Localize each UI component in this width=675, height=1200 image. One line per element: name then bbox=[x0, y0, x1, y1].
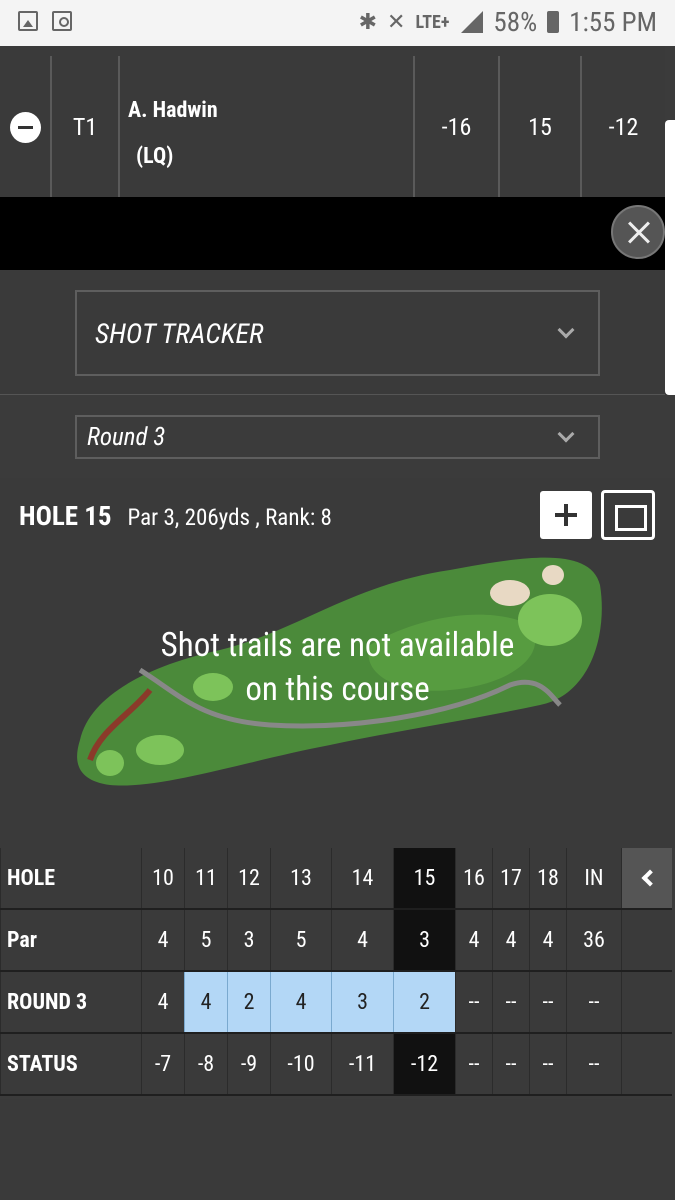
signal-icon bbox=[459, 11, 484, 33]
player-note: (LQ) bbox=[136, 144, 174, 169]
hole-cell[interactable]: 12 bbox=[227, 848, 270, 908]
bunker bbox=[542, 565, 564, 585]
round-score-cell: -- bbox=[566, 972, 621, 1032]
status-cell: -7 bbox=[141, 1034, 184, 1094]
hole-cell[interactable]: 18 bbox=[529, 848, 566, 908]
par-cell: 4 bbox=[492, 910, 529, 970]
round-row: ROUND 3 4 4 2 4 3 2 -- -- -- -- bbox=[0, 972, 672, 1034]
hole-header: HOLE 15 Par 3, 206yds , Rank: 8 bbox=[19, 500, 332, 532]
hole-label: HOLE bbox=[0, 848, 141, 908]
zoom-in-button[interactable] bbox=[540, 491, 592, 539]
close-button[interactable] bbox=[611, 205, 665, 259]
position-cell: T1 bbox=[50, 56, 118, 197]
collapse-icon[interactable] bbox=[10, 112, 41, 143]
scorecard-spacer bbox=[621, 972, 672, 1032]
par-cell: 4 bbox=[141, 910, 184, 970]
par-label: Par bbox=[0, 910, 141, 970]
par-cell: 3 bbox=[227, 910, 270, 970]
hole-cell[interactable]: 16 bbox=[455, 848, 492, 908]
par-cell: 4 bbox=[455, 910, 492, 970]
par-cell: 3 bbox=[393, 910, 455, 970]
shot-trail-message: Shot trails are not available on this co… bbox=[160, 626, 515, 709]
mode-select-value: SHOT TRACKER bbox=[95, 316, 264, 350]
scroll-indicator bbox=[665, 120, 675, 395]
hole-number: HOLE 15 bbox=[19, 500, 112, 532]
status-cell: -- bbox=[455, 1034, 492, 1094]
status-cell: -- bbox=[529, 1034, 566, 1094]
hole-cell[interactable]: 17 bbox=[492, 848, 529, 908]
player-name: A. Hadwin bbox=[128, 98, 218, 123]
clock: 1:55 PM bbox=[569, 6, 657, 38]
scorecard: HOLE 10 11 12 13 14 15 16 17 18 IN Par 4535434443… bbox=[0, 848, 672, 1096]
mute-icon: ✕ bbox=[387, 9, 406, 35]
network-label: LTE+ bbox=[415, 11, 450, 33]
round-score-cell: -- bbox=[529, 972, 566, 1032]
status-cell: -- bbox=[492, 1034, 529, 1094]
status-cell: -- bbox=[566, 1034, 621, 1094]
status-bar: ✱ ✕ LTE+ 58% 1:55 PM bbox=[0, 0, 675, 46]
screenshot-icon bbox=[52, 11, 72, 31]
mode-select[interactable]: SHOT TRACKER bbox=[75, 290, 600, 376]
chevron-left-icon bbox=[641, 869, 659, 887]
par-row: Par 4 5 3 5 4 3 4 4 4 36 bbox=[0, 910, 672, 972]
par-cell: 36 bbox=[566, 910, 621, 970]
par-cell: 5 bbox=[184, 910, 227, 970]
page-background bbox=[0, 1099, 675, 1200]
status-label: STATUS bbox=[0, 1034, 141, 1094]
battery-icon bbox=[547, 11, 560, 33]
scorecard-prev-button[interactable] bbox=[621, 848, 672, 908]
round-score-cell: 2 bbox=[227, 972, 270, 1032]
hole-cell[interactable]: 10 bbox=[141, 848, 184, 908]
status-cell: -9 bbox=[227, 1034, 270, 1094]
chevron-down-icon bbox=[557, 321, 575, 339]
hole-cell[interactable]: 11 bbox=[184, 848, 227, 908]
fullscreen-button[interactable] bbox=[601, 490, 655, 540]
scorecard-spacer bbox=[621, 1034, 672, 1094]
hole-row: HOLE 10 11 12 13 14 15 16 17 18 IN bbox=[0, 848, 672, 910]
hole-info: Par 3, 206yds , Rank: 8 bbox=[127, 504, 332, 531]
player-cell[interactable]: A. Hadwin (LQ) bbox=[118, 56, 413, 197]
header-bar bbox=[0, 197, 665, 270]
round-select-value: Round 3 bbox=[87, 422, 166, 452]
status-row: STATUS -7 -8 -9 -10 -11 -12 -- -- -- -- bbox=[0, 1034, 672, 1096]
round-score-cell: 4 bbox=[270, 972, 331, 1032]
chevron-down-icon bbox=[557, 425, 575, 443]
hole-cell[interactable]: 13 bbox=[270, 848, 331, 908]
battery-percent: 58% bbox=[493, 6, 538, 38]
par-cell: 5 bbox=[270, 910, 331, 970]
scorecard-spacer bbox=[621, 910, 672, 970]
round-score-cell: -- bbox=[455, 972, 492, 1032]
round-score-cell: 4 bbox=[184, 972, 227, 1032]
hole-cell[interactable]: IN bbox=[566, 848, 621, 908]
status-cell: -10 bbox=[270, 1034, 331, 1094]
gallery-icon bbox=[18, 11, 38, 31]
round-label: ROUND 3 bbox=[0, 972, 141, 1032]
status-cell: -12 bbox=[393, 1034, 455, 1094]
round-score-cell: 3 bbox=[331, 972, 393, 1032]
hole-cell[interactable]: 15 bbox=[393, 848, 455, 908]
round-select[interactable]: Round 3 bbox=[75, 415, 600, 459]
bunker bbox=[490, 580, 530, 606]
tee-box bbox=[96, 750, 124, 776]
today-cell: -12 bbox=[580, 56, 665, 197]
round-score-cell: 4 bbox=[141, 972, 184, 1032]
to-par-cell: -16 bbox=[413, 56, 498, 197]
round-score-cell: 2 bbox=[393, 972, 455, 1032]
status-cell: -8 bbox=[184, 1034, 227, 1094]
status-cell: -11 bbox=[331, 1034, 393, 1094]
par-cell: 4 bbox=[529, 910, 566, 970]
thru-cell: 15 bbox=[498, 56, 580, 197]
leaderboard-row[interactable]: T1 A. Hadwin (LQ) -16 15 -12 bbox=[0, 46, 665, 197]
hole-cell[interactable]: 14 bbox=[331, 848, 393, 908]
round-score-cell: -- bbox=[492, 972, 529, 1032]
bluetooth-icon: ✱ bbox=[358, 9, 378, 35]
tee-box bbox=[136, 735, 184, 765]
par-cell: 4 bbox=[331, 910, 393, 970]
